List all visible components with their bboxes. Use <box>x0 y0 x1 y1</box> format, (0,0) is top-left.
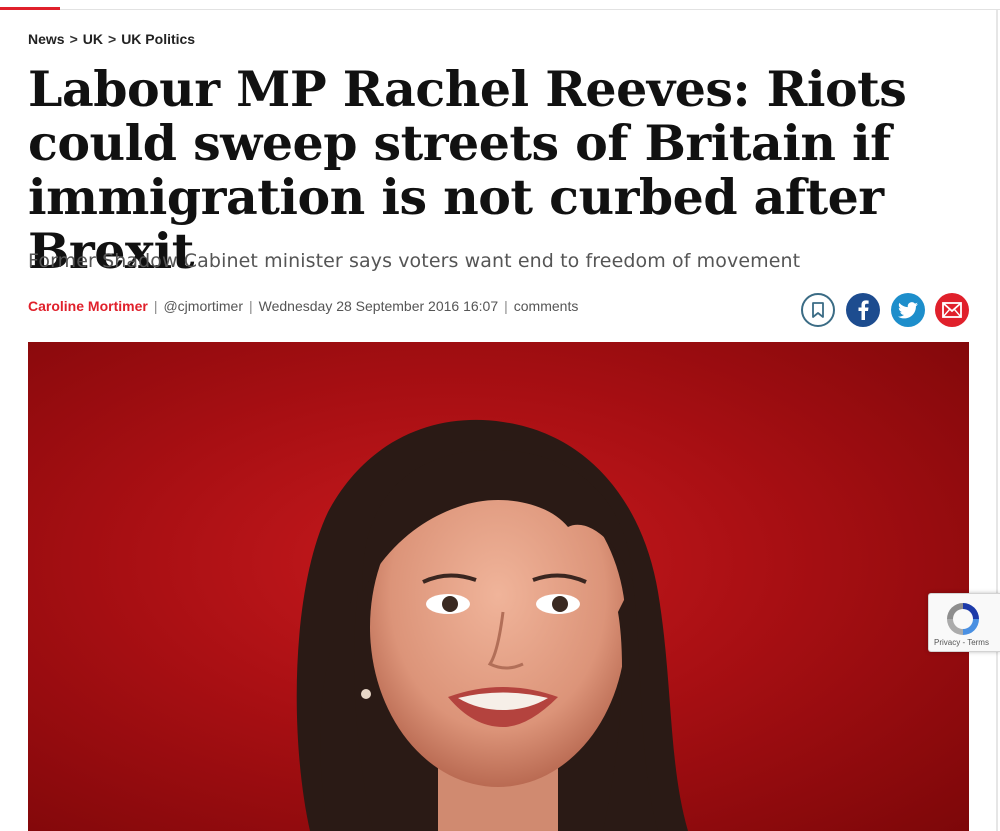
article-headline: Labour MP Rachel Reeves: Riots could swe… <box>28 60 907 280</box>
breadcrumb-separator: > <box>108 31 117 47</box>
recaptcha-icon <box>947 603 979 635</box>
recaptcha-terms[interactable]: Privacy - Terms <box>934 638 989 647</box>
article-standfirst: Former Shadow Cabinet minister says vote… <box>28 250 801 272</box>
recaptcha-badge[interactable]: Privacy - Terms <box>928 593 1000 652</box>
byline-divider: | <box>153 298 158 314</box>
breadcrumb-uk[interactable]: UK <box>83 31 103 47</box>
author-link[interactable]: Caroline Mortimer <box>28 298 148 314</box>
publish-datetime: Wednesday 28 September 2016 16:07 <box>258 298 499 314</box>
bookmark-icon <box>812 302 824 318</box>
article-byline: Caroline Mortimer | @cjmortimer | Wednes… <box>28 298 578 314</box>
email-icon <box>942 302 962 318</box>
comments-link[interactable]: comments <box>514 298 579 314</box>
nav-active-indicator <box>0 7 60 10</box>
breadcrumb: News > UK > UK Politics <box>28 31 195 47</box>
article-hero-image <box>28 342 969 831</box>
bookmark-button[interactable] <box>801 293 835 327</box>
byline-divider: | <box>504 298 508 314</box>
twitter-icon <box>898 301 918 318</box>
twitter-share-button[interactable] <box>891 293 925 327</box>
portrait-photo <box>296 419 688 831</box>
author-handle[interactable]: @cjmortimer <box>163 298 243 314</box>
scrollbar-track[interactable] <box>996 10 998 831</box>
top-navigation-bar <box>0 0 1000 10</box>
breadcrumb-news[interactable]: News <box>28 31 65 47</box>
breadcrumb-separator: > <box>69 31 78 47</box>
facebook-share-button[interactable] <box>846 293 880 327</box>
facebook-icon <box>858 300 869 320</box>
breadcrumb-uk-politics[interactable]: UK Politics <box>121 31 195 47</box>
email-share-button[interactable] <box>935 293 969 327</box>
byline-divider: | <box>249 298 253 314</box>
